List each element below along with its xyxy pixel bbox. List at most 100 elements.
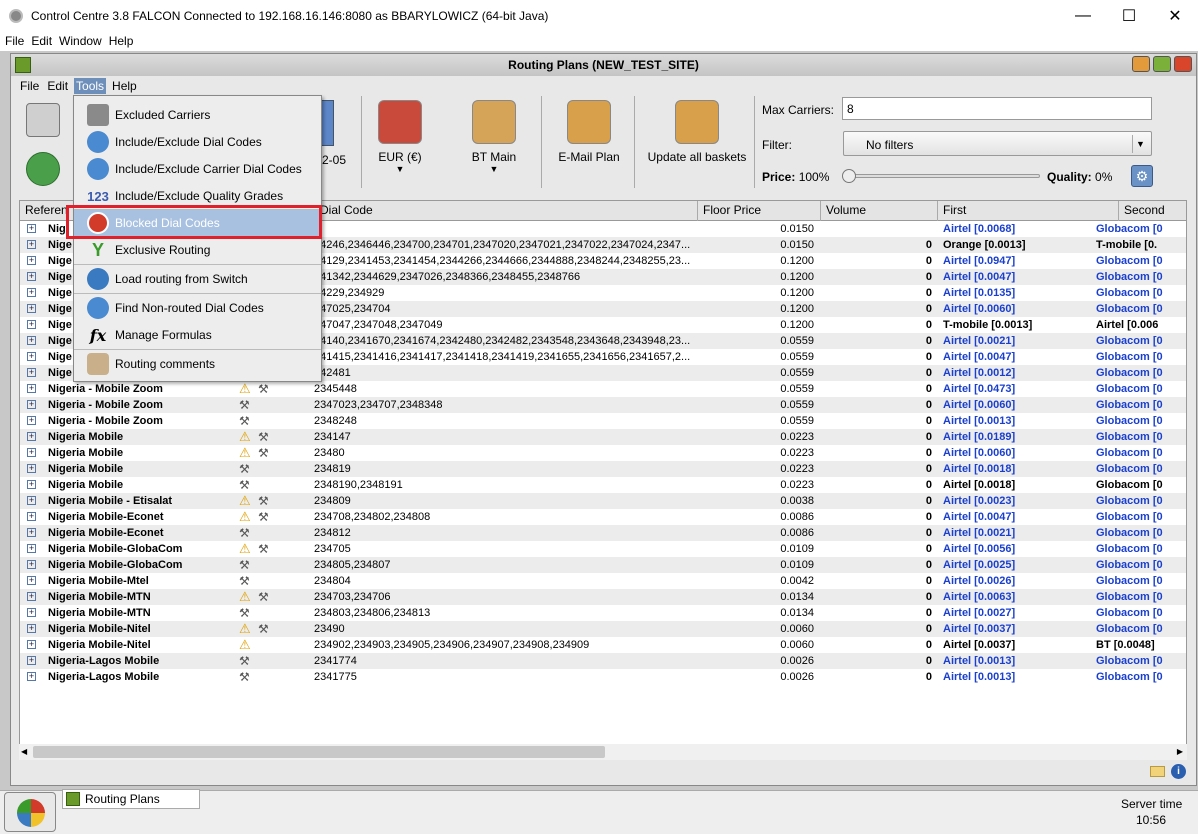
mail-icon[interactable]: [1150, 766, 1165, 777]
frame-menu-edit[interactable]: Edit: [45, 78, 70, 94]
email-plan-button[interactable]: E-Mail Plan: [552, 100, 626, 164]
minimize-button[interactable]: —: [1060, 0, 1106, 31]
expand-icon[interactable]: +: [27, 304, 36, 313]
info-icon[interactable]: i: [1171, 764, 1186, 779]
menu-item-load-routing[interactable]: Load routing from Switch: [74, 266, 321, 292]
table-row[interactable]: + ⚠ ⚒ Nigeria Mobile 234147 0.0223 0 Airtel [0.…: [20, 429, 1186, 445]
frame-maximize-button[interactable]: [1153, 56, 1171, 72]
column-dial-code[interactable]: Dial Code: [315, 201, 698, 221]
table-row[interactable]: + ⚒ Nigeria-Lagos Mobile 2341774 0.0026 0 Airt…: [20, 653, 1186, 669]
menu-file[interactable]: File: [5, 34, 24, 48]
hammer-icon: ⚒: [239, 558, 250, 572]
expand-icon[interactable]: +: [27, 272, 36, 281]
table-row[interactable]: + ⚠ ⚒ Nigeria Mobile-Econet 234708,234802,23…: [20, 509, 1186, 525]
scrollbar-thumb[interactable]: [33, 746, 605, 758]
menu-item-exclusive-routing[interactable]: Y Exclusive Routing: [74, 237, 321, 263]
menu-item-include-exclude-dial-codes[interactable]: Include/Exclude Dial Codes: [74, 129, 321, 155]
expand-icon[interactable]: +: [27, 592, 36, 601]
column-first[interactable]: First: [938, 201, 1119, 221]
start-button[interactable]: [4, 792, 56, 832]
taskbar-routing-plans[interactable]: Routing Plans: [62, 789, 200, 809]
table-row[interactable]: + ⚒ Nigeria Mobile-MTN 234803,234806,234813…: [20, 605, 1186, 621]
table-row[interactable]: + ⚒ Nigeria Mobile-Mtel 234804 0.0042 0 Airtel…: [20, 573, 1186, 589]
warning-icon: ⚠: [239, 621, 251, 636]
filter-select[interactable]: No filters ▼: [843, 131, 1152, 156]
maximize-button[interactable]: ☐: [1106, 0, 1152, 31]
table-row[interactable]: + ⚒ Nigeria Mobile-Econet 234812 0.0086 0 Airt…: [20, 525, 1186, 541]
close-button[interactable]: ✕: [1152, 0, 1198, 31]
max-carriers-input[interactable]: [842, 97, 1152, 120]
gear-icon[interactable]: ⚙: [1131, 165, 1153, 187]
expand-icon[interactable]: +: [27, 224, 36, 233]
menu-item-include-exclude-carrier-dial-codes[interactable]: Include/Exclude Carrier Dial Codes: [74, 156, 321, 182]
table-row[interactable]: + ⚒ Nigeria Mobile-GlobaCom 234805,234807 0.…: [20, 557, 1186, 573]
slider-thumb[interactable]: [842, 169, 856, 183]
expand-icon[interactable]: +: [27, 416, 36, 425]
expand-icon[interactable]: +: [27, 624, 36, 633]
expand-icon[interactable]: +: [27, 576, 36, 585]
export-icon[interactable]: [26, 152, 60, 186]
currency-button[interactable]: EUR (€) ▼: [370, 100, 430, 174]
table-row[interactable]: + ⚠ ⚒ Nigeria Mobile 23480 0.0223 0 Airtel [0.0…: [20, 445, 1186, 461]
expand-icon[interactable]: +: [27, 240, 36, 249]
table-row[interactable]: + ⚒ Nigeria-Lagos Mobile 2341775 0.0026 0 Airt…: [20, 669, 1186, 685]
expand-icon[interactable]: +: [27, 672, 36, 681]
expand-icon[interactable]: +: [27, 656, 36, 665]
expand-icon[interactable]: +: [27, 448, 36, 457]
bt-main-button[interactable]: BT Main ▼: [460, 100, 528, 174]
table-row[interactable]: + ⚠ Nigeria Mobile-Nitel 234902,234903,2349…: [20, 637, 1186, 653]
expand-icon[interactable]: +: [27, 496, 36, 505]
table-row[interactable]: + ⚠ ⚒ Nigeria Mobile-GlobaCom 234705 0.0109 0 A…: [20, 541, 1186, 557]
expand-icon[interactable]: +: [27, 608, 36, 617]
warning-icon: ⚠: [239, 429, 251, 444]
table-row[interactable]: + ⚒ Nigeria - Mobile Zoom 2347023,234707,23…: [20, 397, 1186, 413]
scrollbar-right-arrow[interactable]: ▶: [1177, 747, 1183, 756]
expand-icon[interactable]: +: [27, 288, 36, 297]
find-icon: [87, 297, 109, 319]
expand-icon[interactable]: +: [27, 512, 36, 521]
table-row[interactable]: + ⚒ Nigeria Mobile 234819 0.0223 0 Airtel [0.0…: [20, 461, 1186, 477]
table-row[interactable]: + ⚠ ⚒ Nigeria Mobile - Etisalat 234809 0.0038…: [20, 493, 1186, 509]
frame-menu-tools[interactable]: Tools: [74, 78, 107, 94]
menu-edit[interactable]: Edit: [31, 34, 52, 48]
expand-icon[interactable]: +: [27, 544, 36, 553]
expand-icon[interactable]: +: [27, 432, 36, 441]
routing-plans-icon: [66, 792, 80, 806]
save-icon[interactable]: [26, 103, 60, 137]
table-row[interactable]: + ⚠ ⚒ Nigeria Mobile-Nitel 23490 0.0060 0 Airte…: [20, 621, 1186, 637]
column-volume[interactable]: Volume: [821, 201, 938, 221]
frame-menu-help[interactable]: Help: [110, 78, 139, 94]
menu-item-manage-formulas[interactable]: fx Manage Formulas: [74, 322, 321, 348]
expand-icon[interactable]: +: [27, 480, 36, 489]
expand-icon[interactable]: +: [27, 384, 36, 393]
expand-icon[interactable]: +: [27, 640, 36, 649]
menu-item-find-non-routed[interactable]: Find Non-routed Dial Codes: [74, 295, 321, 321]
column-second[interactable]: Second: [1119, 201, 1186, 221]
menu-window[interactable]: Window: [59, 34, 102, 48]
column-floor-price[interactable]: Floor Price: [698, 201, 821, 221]
frame-menu-file[interactable]: File: [18, 78, 41, 94]
expand-icon[interactable]: +: [27, 320, 36, 329]
menu-item-excluded-carriers[interactable]: Excluded Carriers: [74, 102, 321, 128]
horizontal-scrollbar[interactable]: ◀ ▶: [19, 744, 1187, 760]
expand-icon[interactable]: +: [27, 464, 36, 473]
menu-item-routing-comments[interactable]: Routing comments: [74, 351, 321, 377]
table-row[interactable]: + ⚠ ⚒ Nigeria Mobile-MTN 234703,234706 0.0134…: [20, 589, 1186, 605]
expand-icon[interactable]: +: [27, 352, 36, 361]
scrollbar-left-arrow[interactable]: ◀: [21, 747, 27, 756]
expand-icon[interactable]: +: [27, 256, 36, 265]
table-row[interactable]: + ⚠ ⚒ Nigeria - Mobile Zoom 2345448 0.0559 0 Ai…: [20, 381, 1186, 397]
expand-icon[interactable]: +: [27, 528, 36, 537]
table-row[interactable]: + ⚒ Nigeria - Mobile Zoom 2348248 0.0559 0 Air…: [20, 413, 1186, 429]
table-row[interactable]: + ⚒ Nigeria Mobile 2348190,2348191 0.0223 0 Ai…: [20, 477, 1186, 493]
cell-code: 2341774: [314, 655, 357, 667]
expand-icon[interactable]: +: [27, 368, 36, 377]
price-quality-slider[interactable]: [842, 169, 1040, 183]
expand-icon[interactable]: +: [27, 560, 36, 569]
expand-icon[interactable]: +: [27, 336, 36, 345]
expand-icon[interactable]: +: [27, 400, 36, 409]
menu-help[interactable]: Help: [109, 34, 134, 48]
frame-close-button[interactable]: [1174, 56, 1192, 72]
update-baskets-button[interactable]: Update all baskets: [642, 100, 752, 164]
frame-minimize-button[interactable]: [1132, 56, 1150, 72]
